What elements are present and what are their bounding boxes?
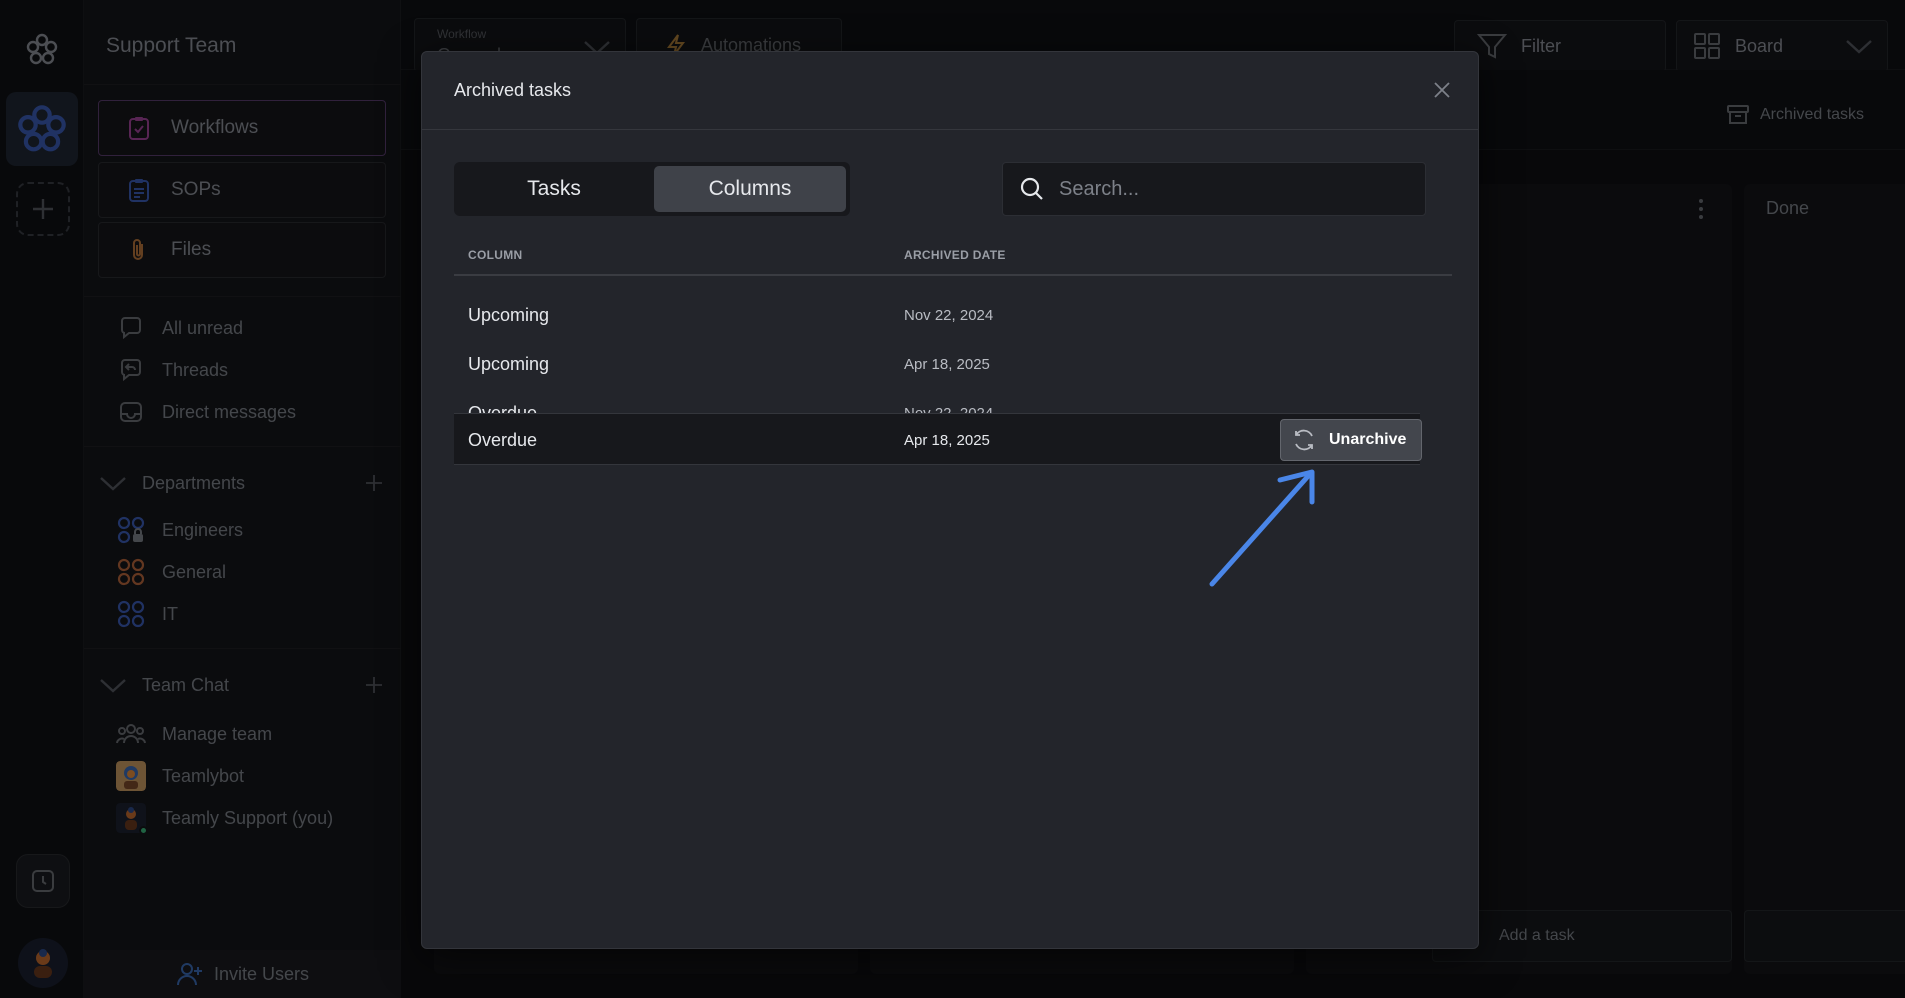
search-field[interactable] — [1002, 162, 1426, 216]
modal-title: Archived tasks — [454, 80, 572, 100]
table-header: COLUMN ARCHIVED DATE — [454, 232, 1452, 276]
unarchive-button[interactable]: Unarchive — [1280, 419, 1422, 461]
search-input[interactable] — [1059, 177, 1399, 201]
table-row[interactable]: Upcoming Nov 22, 2024 — [454, 290, 1420, 340]
refresh-icon — [1291, 427, 1317, 453]
table-row-hovered[interactable]: Overdue Apr 18, 2025 Unarchive — [454, 413, 1422, 465]
app-root: Support Team Workflows SOPs Files All un… — [0, 0, 1905, 998]
tab-switcher: Tasks Columns — [454, 162, 850, 216]
table-row[interactable]: Upcoming Apr 18, 2025 — [454, 339, 1420, 389]
annotation-arrow-icon — [1209, 469, 1315, 587]
row-column-name: Upcoming — [468, 354, 550, 374]
unarchive-label: Unarchive — [1329, 431, 1407, 448]
row-archived-date: Apr 18, 2025 — [904, 432, 990, 449]
search-icon — [1019, 176, 1045, 202]
tab-tasks[interactable]: Tasks — [458, 166, 650, 212]
row-column-name: Upcoming — [468, 305, 550, 325]
tab-columns[interactable]: Columns — [654, 166, 846, 212]
row-archived-date: Apr 18, 2025 — [904, 356, 990, 373]
header-column: COLUMN — [468, 248, 523, 262]
header-archived-date: ARCHIVED DATE — [904, 248, 1006, 262]
close-icon[interactable] — [1430, 78, 1454, 102]
row-column-name: Overdue — [468, 430, 538, 450]
row-archived-date: Nov 22, 2024 — [904, 307, 994, 324]
modal-header: Archived tasks — [422, 52, 1478, 130]
